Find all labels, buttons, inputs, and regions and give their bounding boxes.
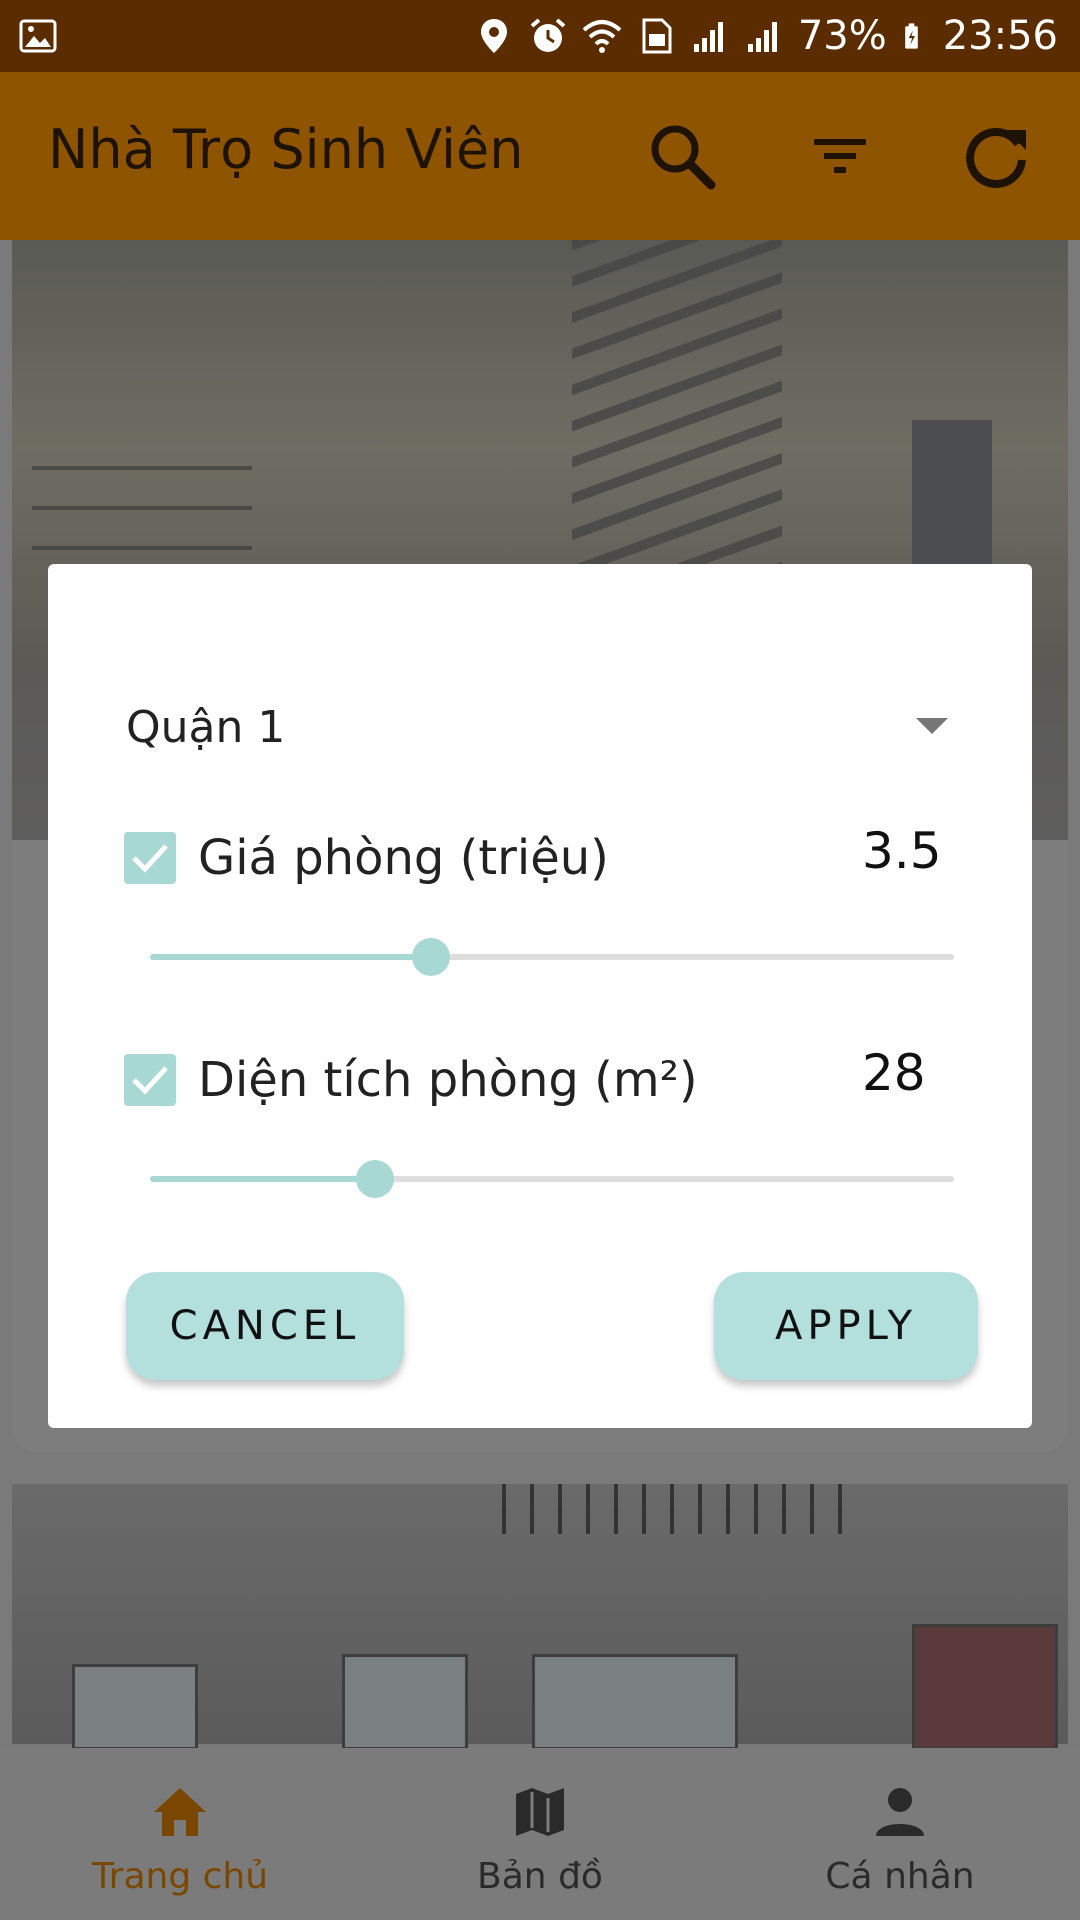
clock: 23:56 <box>942 13 1058 59</box>
person-icon <box>876 1788 924 1836</box>
area-slider-thumb[interactable] <box>356 1160 395 1198</box>
nav-profile-label: Cá nhân <box>825 1856 975 1897</box>
search-icon <box>651 125 716 190</box>
apply-button[interactable]: APPLY <box>714 1272 978 1380</box>
battery-percent: 73% <box>797 13 887 59</box>
nav-map[interactable]: Bản đồ <box>390 1748 690 1920</box>
app-bar: Nhà Trọ Sinh Viên <box>0 72 1080 240</box>
district-dropdown[interactable]: Quận 1 <box>126 702 285 753</box>
dropdown-arrow-icon[interactable] <box>916 718 948 734</box>
battery-charging-icon <box>904 23 918 49</box>
price-slider[interactable] <box>150 954 954 960</box>
nav-home-label: Trang chủ <box>91 1856 269 1897</box>
location-icon <box>480 19 507 53</box>
status-bar: 73% 23:56 <box>0 0 1080 72</box>
price-slider-thumb[interactable] <box>412 938 451 976</box>
home-icon <box>154 1788 206 1836</box>
nav-map-label: Bản đồ <box>477 1856 603 1897</box>
listing-card-2[interactable] <box>12 1484 1068 1750</box>
price-checkbox[interactable] <box>124 832 176 884</box>
area-value: 28 <box>862 1044 926 1102</box>
search-button[interactable] <box>642 116 722 196</box>
area-slider[interactable] <box>150 1176 954 1182</box>
filter-button[interactable] <box>800 116 880 196</box>
bottom-navigation: Trang chủ Bản đồ Cá nhân <box>0 1748 1080 1920</box>
area-label: Diện tích phòng (m²) <box>198 1052 698 1108</box>
wifi-icon <box>582 20 622 53</box>
signal-icon <box>693 22 723 52</box>
sim-icon <box>642 18 672 54</box>
refresh-button[interactable] <box>956 116 1036 196</box>
nav-home[interactable]: Trang chủ <box>30 1748 330 1920</box>
cancel-button[interactable]: CANCEL <box>126 1272 404 1380</box>
area-checkbox[interactable] <box>124 1054 176 1106</box>
app-title: Nhà Trọ Sinh Viên <box>48 118 524 181</box>
map-icon <box>516 1788 564 1836</box>
check-icon <box>132 844 168 873</box>
price-value: 3.5 <box>862 822 942 880</box>
alarm-icon <box>530 18 566 52</box>
check-icon <box>132 1066 168 1095</box>
nav-profile[interactable]: Cá nhân <box>750 1748 1050 1920</box>
signal-icon-2 <box>747 22 777 52</box>
filter-icon <box>814 139 866 173</box>
refresh-icon <box>966 128 1026 188</box>
image-notification-icon <box>19 19 57 53</box>
filter-dialog: Quận 1 Giá phòng (triệu) 3.5 Diện tích p… <box>48 564 1032 1428</box>
price-label: Giá phòng (triệu) <box>198 830 609 886</box>
